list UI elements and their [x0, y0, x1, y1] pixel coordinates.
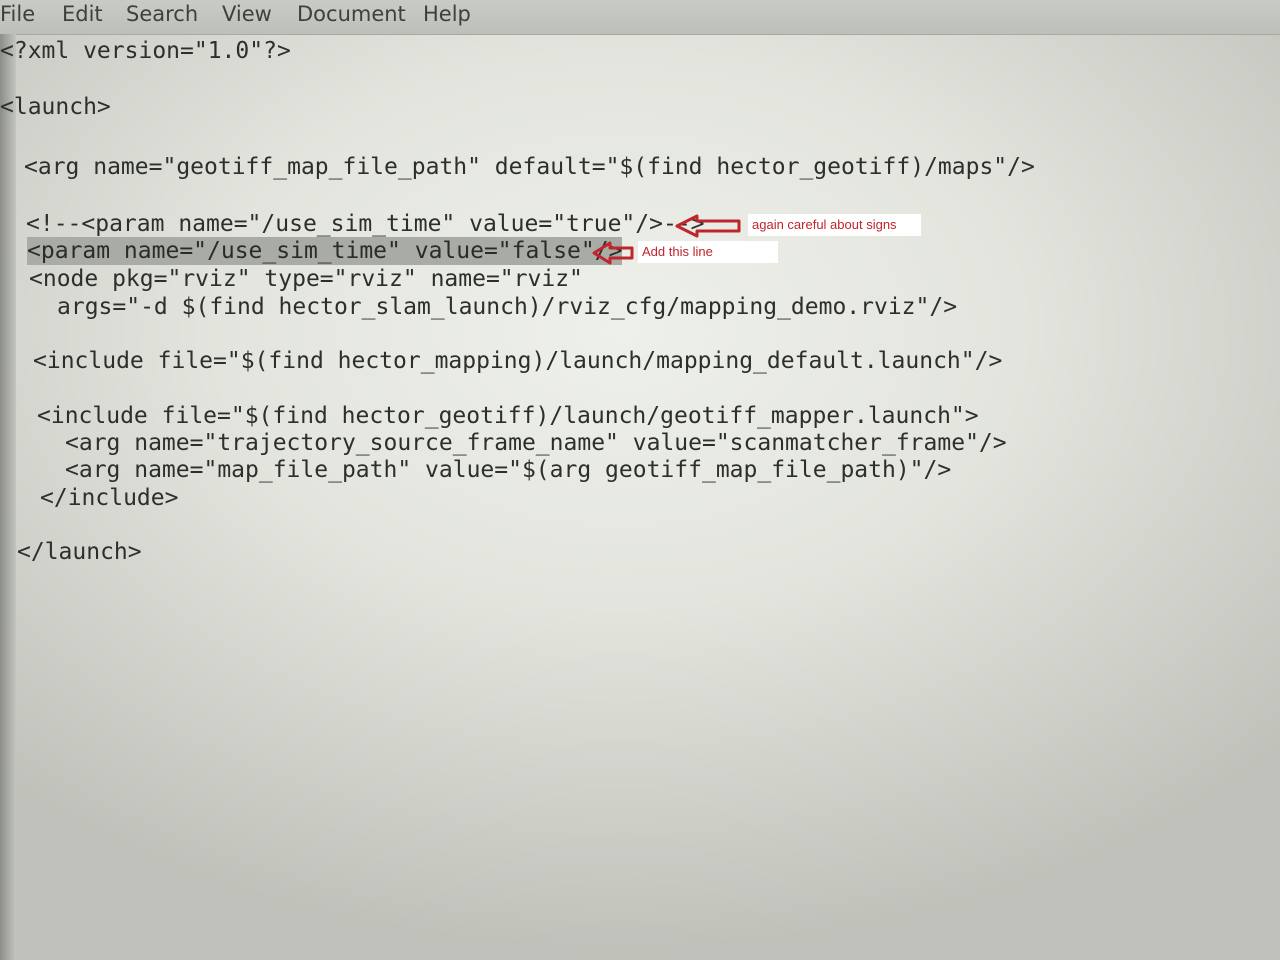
code-line: <arg name="trajectory_source_frame_name"…: [65, 430, 1007, 456]
code-line: <node pkg="rviz" type="rviz" name="rviz": [29, 266, 583, 292]
editor-left-gutter: [0, 34, 16, 960]
code-line: <include file="$(find hector_geotiff)/la…: [37, 403, 979, 429]
left-arrow-icon: [592, 241, 634, 265]
menu-search[interactable]: Search: [126, 0, 198, 30]
code-line: <include file="$(find hector_mapping)/la…: [33, 348, 1003, 374]
code-line: </include>: [40, 485, 179, 511]
code-line: <?xml version="1.0"?>: [0, 38, 291, 64]
menu-view[interactable]: View: [222, 0, 272, 30]
selected-code-line: <param name="/use_sim_time" value="false…: [27, 237, 623, 265]
menu-help[interactable]: Help: [423, 0, 471, 30]
menu-document[interactable]: Document: [297, 0, 406, 30]
annotation-note-careful: again careful about signs: [748, 214, 921, 236]
code-line: </launch>: [17, 539, 142, 565]
menu-bar: File Edit Search View Document Help: [0, 0, 1280, 35]
code-line: <launch>: [0, 94, 111, 120]
code-line: <arg name="geotiff_map_file_path" defaul…: [24, 154, 1035, 180]
menu-edit[interactable]: Edit: [62, 0, 103, 30]
menu-file[interactable]: File: [0, 0, 35, 30]
screen: File Edit Search View Document Help <?xm…: [0, 0, 1280, 960]
left-arrow-icon: [675, 214, 741, 238]
annotation-note-add-line: Add this line: [638, 241, 778, 263]
code-line: args="-d $(find hector_slam_launch)/rviz…: [57, 294, 958, 320]
code-line: <!--<param name="/use_sim_time" value="t…: [26, 211, 705, 237]
code-line: <arg name="map_file_path" value="$(arg g…: [65, 457, 952, 483]
